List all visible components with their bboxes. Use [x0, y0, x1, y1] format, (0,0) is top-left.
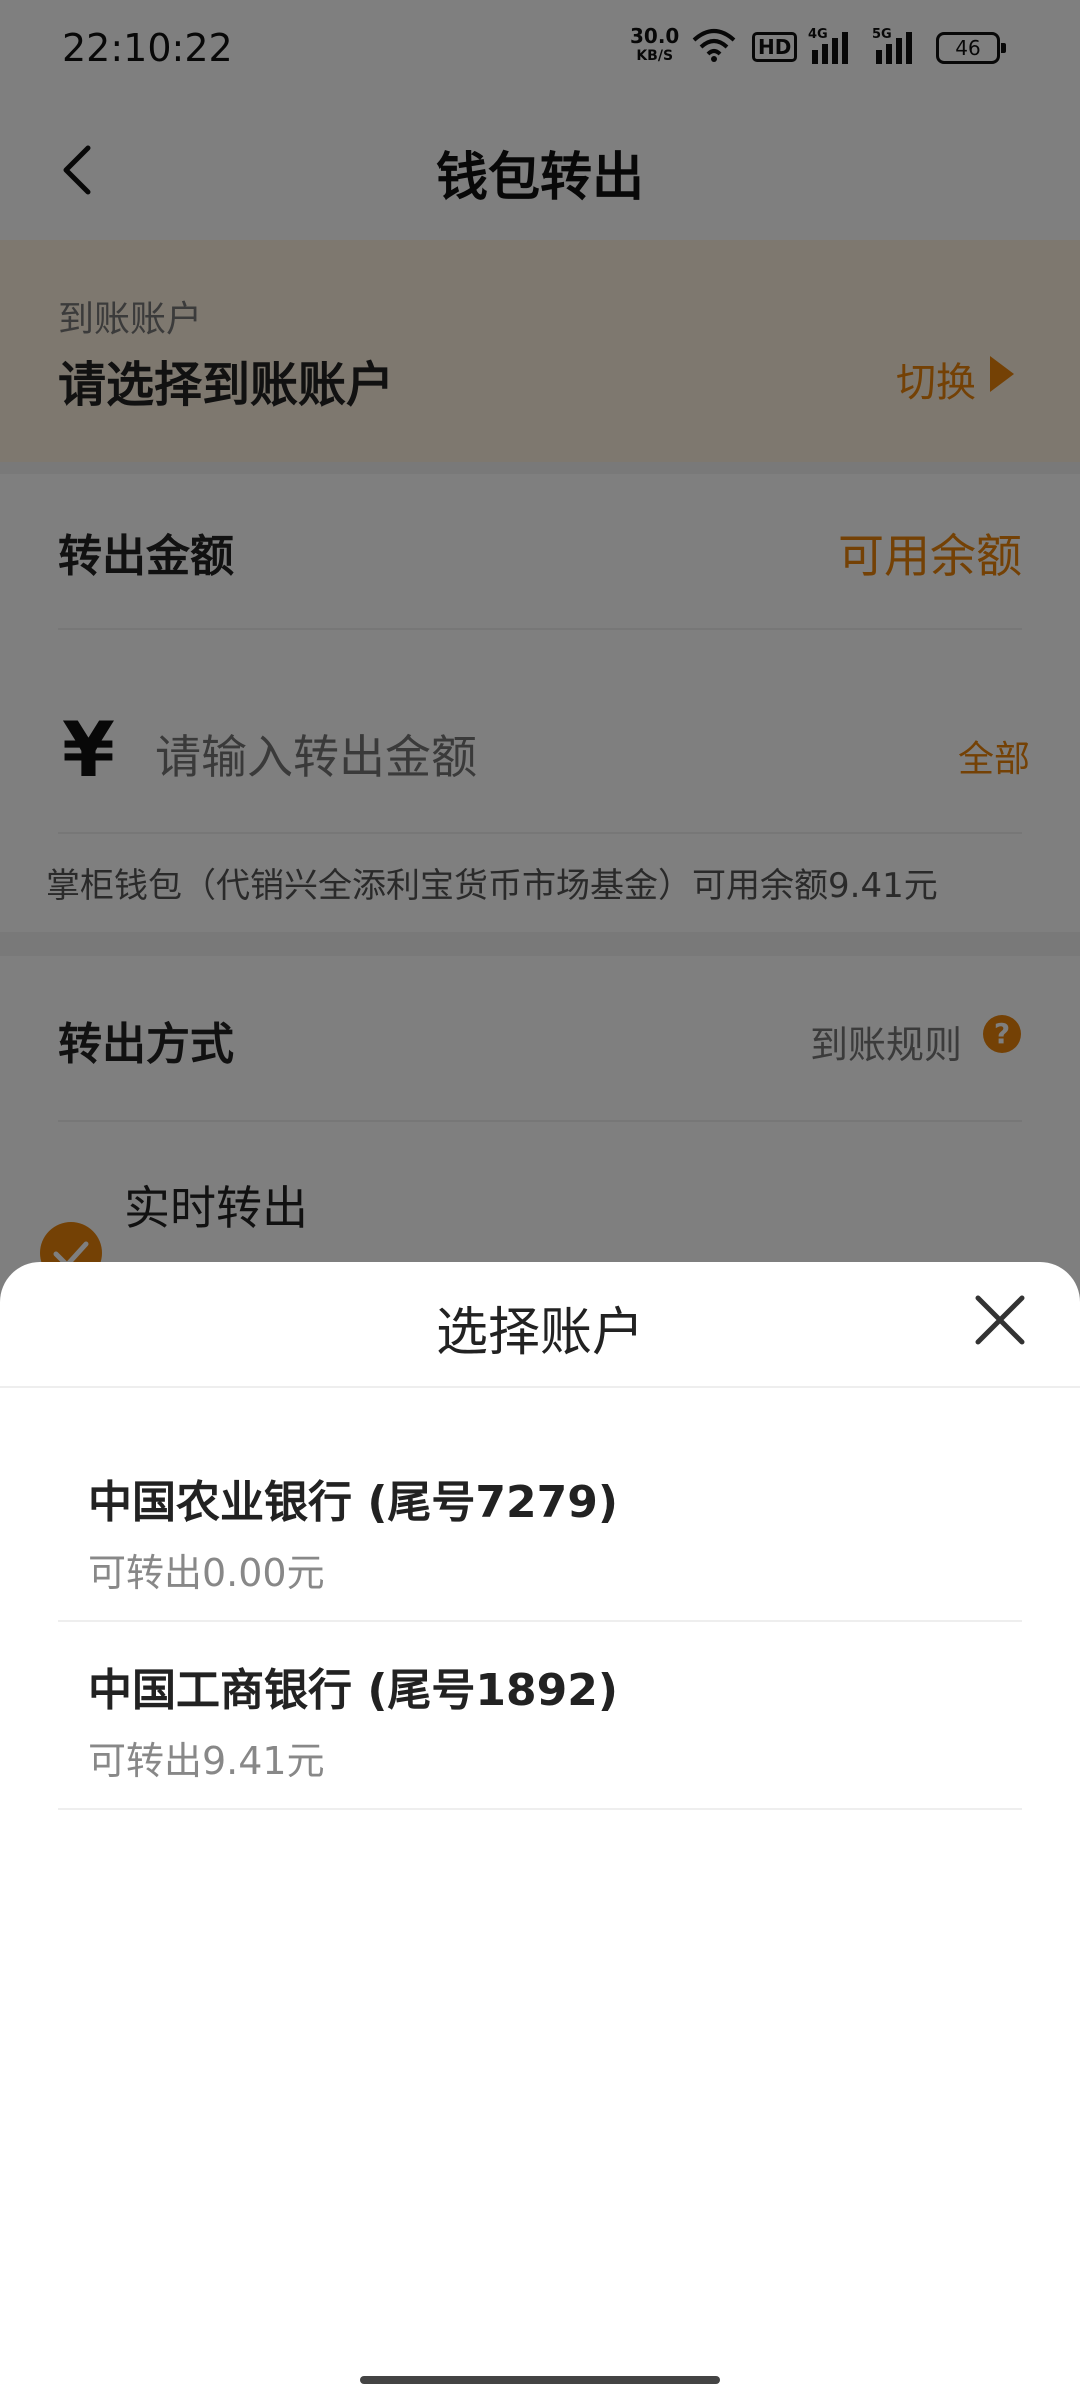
divider: [0, 1386, 1080, 1388]
bank-name: 中国工商银行 (尾号1892): [88, 1665, 618, 1716]
bank-available: 可转出9.41元: [88, 1739, 325, 1783]
bank-name: 中国农业银行 (尾号7279): [88, 1477, 618, 1528]
bank-account-item[interactable]: 中国农业银行 (尾号7279) 可转出0.00元: [58, 1434, 1022, 1622]
bank-account-item[interactable]: 中国工商银行 (尾号1892) 可转出9.41元: [58, 1622, 1022, 1810]
divider: [58, 1808, 1022, 1810]
home-indicator[interactable]: [360, 2376, 720, 2384]
close-icon[interactable]: [970, 1290, 1030, 1350]
bank-available: 可转出0.00元: [88, 1551, 325, 1595]
sheet-title: 选择账户: [435, 1303, 644, 1363]
